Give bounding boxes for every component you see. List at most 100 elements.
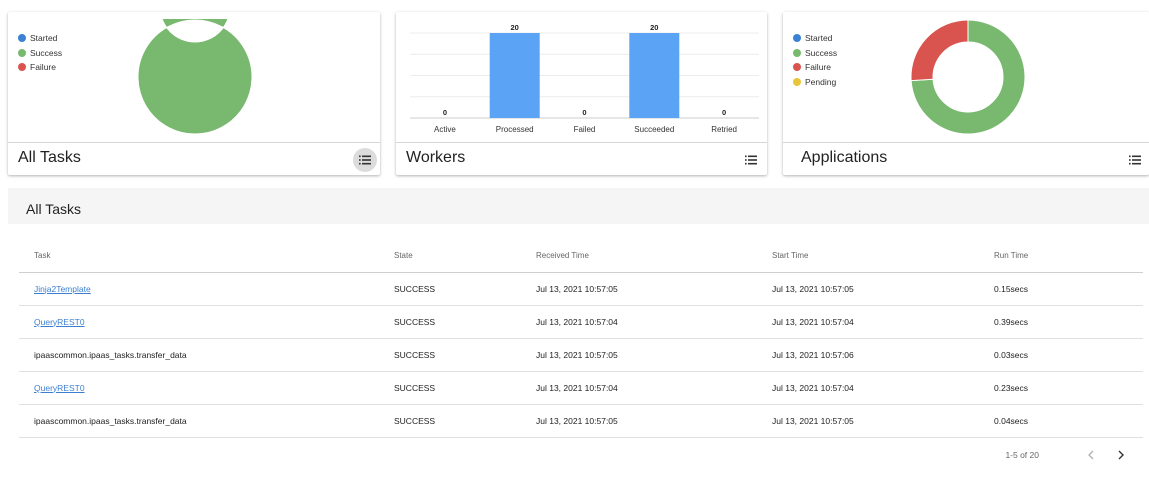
cell-state: SUCCESS xyxy=(394,272,536,306)
applications-list-button[interactable] xyxy=(1123,148,1147,172)
workers-bar-chart: 0 Active 20 Processed 0 Failed 20 Succeeded 0 Ret… xyxy=(410,23,759,134)
pagination: 1-5 of 20 xyxy=(1005,447,1129,463)
x-tick-label: Processed xyxy=(496,125,534,134)
column-header-start-time[interactable]: Start Time xyxy=(772,240,994,273)
apps-legend-item-started[interactable]: Started xyxy=(793,31,837,46)
cell-start: Jul 13, 2021 10:57:06 xyxy=(772,338,994,372)
apps-legend-item-failure[interactable]: Failure xyxy=(793,60,837,75)
apps-legend-item-success[interactable]: Success xyxy=(793,46,837,61)
legend-swatch xyxy=(18,48,26,57)
cell-received: Jul 13, 2021 10:57:05 xyxy=(536,272,772,306)
list-icon xyxy=(1129,155,1141,165)
workers-list-button[interactable] xyxy=(739,148,763,172)
x-tick-label: Active xyxy=(434,125,456,134)
section-title: All Tasks xyxy=(26,201,81,217)
legend-swatch xyxy=(18,34,26,43)
column-header-task[interactable]: Task xyxy=(19,240,394,273)
page-range-text: 1-5 of 20 xyxy=(1005,450,1039,460)
table-header-row: Task State Received Time Start Time Run … xyxy=(19,240,1143,273)
bar-value-label: 0 xyxy=(722,108,726,117)
cell-start: Jul 13, 2021 10:57:05 xyxy=(772,404,994,438)
bar-value-label: 0 xyxy=(443,108,447,117)
x-tick-label: Succeeded xyxy=(634,125,674,134)
cell-start: Jul 13, 2021 10:57:04 xyxy=(772,305,994,339)
cell-state: SUCCESS xyxy=(394,305,536,339)
bar-succeeded[interactable] xyxy=(629,33,680,118)
legend-swatch xyxy=(793,48,801,57)
table-row[interactable]: Jinja2Template SUCCESS Jul 13, 2021 10:57:… xyxy=(19,272,1143,306)
x-tick-label: Retried xyxy=(711,125,737,134)
task-link[interactable]: QueryREST0 xyxy=(34,317,85,327)
cell-task: ipaascommon.ipaas_tasks.transfer_data xyxy=(19,338,394,372)
cell-received: Jul 13, 2021 10:57:05 xyxy=(536,338,772,372)
applications-card: Started Success Failure Pending Application… xyxy=(783,12,1149,175)
table-row[interactable]: ipaascommon.ipaas_tasks.transfer_data SUC… xyxy=(19,404,1143,438)
bar-value-label: 20 xyxy=(650,23,658,32)
all-tasks-section-header: All Tasks xyxy=(8,188,1149,224)
cell-run: 0.04secs xyxy=(994,404,1143,438)
apps-slice-failure[interactable] xyxy=(910,19,969,82)
tasks-legend-item-failure[interactable]: Failure xyxy=(18,60,62,75)
chevron-right-icon xyxy=(1118,450,1124,460)
legend-swatch xyxy=(793,63,801,72)
legend-label: Success xyxy=(805,47,838,58)
applications-legend: Started Success Failure Pending xyxy=(793,31,837,89)
list-icon xyxy=(359,155,371,165)
bar-value-label: 0 xyxy=(582,108,586,117)
cell-run: 0.39secs xyxy=(994,305,1143,339)
cell-state: SUCCESS xyxy=(394,404,536,438)
cell-received: Jul 13, 2021 10:57:04 xyxy=(536,371,772,405)
chevron-left-icon xyxy=(1088,450,1094,460)
all-tasks-list-button[interactable] xyxy=(353,148,377,172)
bar-processed[interactable] xyxy=(489,33,540,118)
applications-card-title: Applications xyxy=(801,149,888,166)
cell-run: 0.03secs xyxy=(994,338,1143,372)
apps-legend-item-pending[interactable]: Pending xyxy=(793,75,837,90)
cell-start: Jul 13, 2021 10:57:05 xyxy=(772,272,994,306)
tasks-legend-item-started[interactable]: Started xyxy=(18,31,62,46)
workers-card-title: Workers xyxy=(406,149,466,166)
legend-swatch xyxy=(793,77,801,86)
column-header-received-time[interactable]: Received Time xyxy=(536,240,772,273)
tasks-slice-success[interactable] xyxy=(137,19,253,135)
tasks-table: Task State Received Time Start Time Run … xyxy=(19,240,1143,438)
all-tasks-donut-chart xyxy=(137,19,253,135)
table-row[interactable]: QueryREST0 SUCCESS Jul 13, 2021 10:57:04 Ju… xyxy=(19,305,1143,339)
table-row[interactable]: QueryREST0 SUCCESS Jul 13, 2021 10:57:04 Ju… xyxy=(19,371,1143,405)
next-page-button[interactable] xyxy=(1113,447,1129,463)
cell-task: ipaascommon.ipaas_tasks.transfer_data xyxy=(19,404,394,438)
cell-run: 0.15secs xyxy=(994,272,1143,306)
list-icon xyxy=(745,155,757,165)
cell-task: QueryREST0 xyxy=(19,305,394,339)
cell-run: 0.23secs xyxy=(994,371,1143,405)
cell-state: SUCCESS xyxy=(394,338,536,372)
bar-value-label: 20 xyxy=(511,23,519,32)
cell-task: QueryREST0 xyxy=(19,371,394,405)
legend-swatch xyxy=(793,34,801,43)
legend-label: Started xyxy=(30,33,58,44)
legend-label: Started xyxy=(805,33,833,44)
cell-received: Jul 13, 2021 10:57:04 xyxy=(536,305,772,339)
legend-label: Failure xyxy=(30,62,56,73)
applications-donut-chart xyxy=(910,19,1026,135)
x-tick-label: Failed xyxy=(574,125,596,134)
task-link[interactable]: Jinja2Template xyxy=(34,284,91,294)
legend-label: Pending xyxy=(805,76,837,87)
cell-state: SUCCESS xyxy=(394,371,536,405)
legend-label: Success xyxy=(30,47,63,58)
workers-card: 0 Active 20 Processed 0 Failed 20 Succeeded 0 Ret… xyxy=(396,12,767,175)
all-tasks-card: Started Success Failure All Tasks xyxy=(8,12,380,175)
all-tasks-card-title: All Tasks xyxy=(18,149,81,166)
cell-task: Jinja2Template xyxy=(19,272,394,306)
legend-swatch xyxy=(18,63,26,72)
column-header-state[interactable]: State xyxy=(394,240,536,273)
cell-start: Jul 13, 2021 10:57:04 xyxy=(772,371,994,405)
tasks-legend-item-success[interactable]: Success xyxy=(18,46,62,61)
task-link[interactable]: QueryREST0 xyxy=(34,383,85,393)
legend-label: Failure xyxy=(805,62,831,73)
column-header-run-time[interactable]: Run Time xyxy=(994,240,1143,273)
cell-received: Jul 13, 2021 10:57:05 xyxy=(536,404,772,438)
previous-page-button[interactable] xyxy=(1083,447,1099,463)
table-row[interactable]: ipaascommon.ipaas_tasks.transfer_data SUC… xyxy=(19,338,1143,372)
all-tasks-legend: Started Success Failure xyxy=(18,31,62,75)
